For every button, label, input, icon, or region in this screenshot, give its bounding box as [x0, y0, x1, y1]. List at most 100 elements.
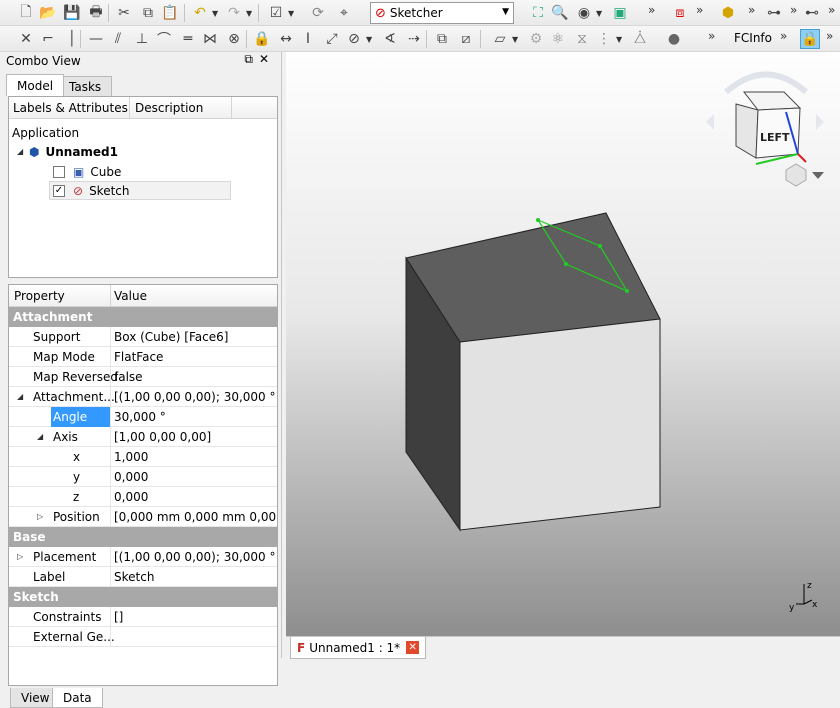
- view-fit-all-icon[interactable]: ⛶: [528, 3, 548, 23]
- save-icon[interactable]: 💾: [62, 3, 82, 23]
- property-value[interactable]: Sketch: [114, 570, 276, 584]
- new-sketch-icon[interactable]: ⧈: [670, 3, 690, 23]
- symmetric-constraint-icon[interactable]: ⋈: [200, 29, 220, 49]
- dependency-graph-icon[interactable]: ⊷: [802, 3, 822, 23]
- close-tab-icon[interactable]: ✕: [406, 641, 420, 654]
- snell-law-icon[interactable]: ⇢: [404, 29, 424, 49]
- toggle-construction-icon[interactable]: ⧉: [432, 29, 452, 49]
- property-row-axis[interactable]: ◢ Axis [1,00 0,00 0,00]: [9, 427, 277, 447]
- equal-constraint-icon[interactable]: ═: [178, 29, 198, 49]
- workbench-selector[interactable]: ⊘ Sketcher ▼: [370, 2, 514, 24]
- tab-data[interactable]: Data: [52, 688, 103, 708]
- tree-col-description[interactable]: Description: [135, 101, 203, 115]
- tree-col-labels[interactable]: Labels & Attributes: [13, 101, 128, 115]
- draw-style-dropdown-icon[interactable]: ▼: [596, 3, 604, 23]
- property-value[interactable]: 0,000: [114, 470, 276, 484]
- open-folder-icon[interactable]: 📂: [38, 3, 58, 23]
- redo-icon[interactable]: ↷: [224, 3, 244, 23]
- toolbar-overflow-icon-3[interactable]: »: [748, 3, 755, 17]
- point-dot-icon[interactable]: ●: [664, 29, 684, 49]
- horizontal-constraint-icon[interactable]: —: [86, 29, 106, 49]
- redo-dropdown-icon[interactable]: ▼: [246, 3, 254, 23]
- refresh-check-icon[interactable]: ☑: [266, 3, 286, 23]
- sketch-vertex[interactable]: [536, 218, 540, 222]
- property-row-placement[interactable]: ▷ Placement [(1,00 0,00 0,00); 30,000 °; (…: [9, 547, 277, 567]
- vertical-line-icon[interactable]: │: [62, 29, 82, 49]
- polyline-icon[interactable]: ⌐: [38, 29, 58, 49]
- toolbar-overflow-icon-6[interactable]: »: [708, 29, 715, 43]
- property-row-y[interactable]: y 0,000: [9, 467, 277, 487]
- property-row-support[interactable]: Support Box (Cube) [Face6]: [9, 327, 277, 347]
- property-row-external-ge[interactable]: External Ge...: [9, 627, 277, 647]
- sketch-vertex[interactable]: [625, 289, 629, 293]
- parallel-constraint-icon[interactable]: ⫽: [108, 29, 128, 49]
- select-elements-icon[interactable]: ⚙: [526, 29, 546, 49]
- recompute-icon[interactable]: ⟳: [308, 3, 328, 23]
- col-property[interactable]: Property: [14, 289, 65, 303]
- undo-icon[interactable]: ↶: [190, 3, 210, 23]
- symmetry-tool-icon[interactable]: ⚛: [548, 29, 568, 49]
- property-row-label[interactable]: Label Sketch: [9, 567, 277, 587]
- refresh-dropdown-icon[interactable]: ▼: [288, 3, 296, 23]
- property-value[interactable]: 30,000 °: [114, 410, 276, 424]
- sketch-visibility-checkbox[interactable]: ✓: [53, 184, 65, 197]
- property-row-constraints[interactable]: Constraints []: [9, 607, 277, 627]
- property-group-base[interactable]: Base: [9, 527, 277, 547]
- property-row-angle[interactable]: Angle 30,000 °: [9, 407, 277, 427]
- sketch-vertex[interactable]: [598, 244, 602, 248]
- angle-constraint-icon[interactable]: ∢: [380, 29, 400, 49]
- property-value[interactable]: FlatFace: [114, 350, 276, 364]
- validate-sketch-icon[interactable]: ▱: [490, 29, 510, 49]
- distance-icon[interactable]: ⤢: [322, 29, 342, 49]
- float-panel-icon[interactable]: ⧉: [244, 52, 259, 66]
- zoom-selection-icon[interactable]: 🔍: [550, 3, 570, 23]
- cube-visibility-checkbox[interactable]: [53, 165, 65, 178]
- block-constraint-icon[interactable]: ⊗: [224, 29, 244, 49]
- property-row-x[interactable]: x 1,000: [9, 447, 277, 467]
- property-value[interactable]: [1,00 0,00 0,00]: [114, 430, 276, 444]
- fcinfo-button[interactable]: FCInfo: [734, 31, 772, 45]
- navcube-menu-icon[interactable]: [812, 172, 824, 179]
- toolbar-overflow-icon-8[interactable]: »: [826, 29, 833, 43]
- perpendicular-constraint-icon[interactable]: ⊥: [132, 29, 152, 49]
- property-group-attachment[interactable]: Attachment: [9, 307, 277, 327]
- property-value[interactable]: Box (Cube) [Face6]: [114, 330, 276, 344]
- cut-icon[interactable]: ✂: [114, 3, 134, 23]
- vertical-distance-icon[interactable]: I: [298, 29, 318, 49]
- property-value[interactable]: false: [114, 370, 276, 384]
- col-value[interactable]: Value: [114, 289, 147, 303]
- array-tool-icon[interactable]: ⋮: [594, 29, 614, 49]
- property-row-position[interactable]: ▷ Position [0,000 mm 0,000 mm 0,00...: [9, 507, 277, 527]
- expand-arrow-icon[interactable]: ▷: [17, 552, 23, 561]
- tree-item-sketch[interactable]: ✓ ⊘ Sketch: [49, 181, 231, 200]
- toolbar-overflow-icon-5[interactable]: »: [828, 3, 835, 17]
- print-icon[interactable]: 🖶: [86, 3, 106, 23]
- property-row-map-reversed[interactable]: Map Reversed false: [9, 367, 277, 387]
- property-row-map-mode[interactable]: Map Mode FlatFace: [9, 347, 277, 367]
- property-value[interactable]: []: [114, 610, 276, 624]
- collapse-arrow-icon[interactable]: ◢: [37, 432, 43, 441]
- copy-icon[interactable]: ⧉: [138, 3, 158, 23]
- tab-tasks[interactable]: Tasks: [58, 76, 113, 96]
- lock-icon[interactable]: 🔒: [800, 29, 820, 49]
- bounding-box-icon[interactable]: ▣: [610, 3, 630, 23]
- toolbar-overflow-icon-7[interactable]: »: [780, 29, 787, 43]
- macro-icon[interactable]: ⬢: [718, 3, 738, 23]
- lock-constraint-icon[interactable]: 🔒: [252, 29, 272, 49]
- document-tab[interactable]: F Unnamed1 : 1* ✕: [290, 637, 427, 659]
- property-value[interactable]: [0,000 mm 0,000 mm 0,00...: [114, 510, 276, 524]
- tree-document-row[interactable]: ◢ ⬢ Unnamed1: [17, 142, 118, 161]
- collapse-arrow-icon[interactable]: ◢: [17, 147, 29, 156]
- array-dropdown-icon[interactable]: ▼: [616, 29, 624, 49]
- sketch-vertex[interactable]: [564, 262, 568, 266]
- tree-item-cube[interactable]: ▣ Cube: [53, 162, 121, 181]
- 3d-view[interactable]: LEFT z y x: [286, 52, 840, 636]
- radius-dropdown-icon[interactable]: ▼: [366, 29, 374, 49]
- close-sketch-icon[interactable]: ✕: [16, 29, 36, 49]
- paste-icon[interactable]: 📋: [160, 3, 180, 23]
- tree-structure-icon[interactable]: ⊶: [764, 3, 784, 23]
- radius-icon[interactable]: ⊘: [344, 29, 364, 49]
- horizontal-distance-icon[interactable]: ↔: [276, 29, 296, 49]
- expand-arrow-icon[interactable]: ▷: [37, 512, 43, 521]
- property-group-sketch[interactable]: Sketch: [9, 587, 277, 607]
